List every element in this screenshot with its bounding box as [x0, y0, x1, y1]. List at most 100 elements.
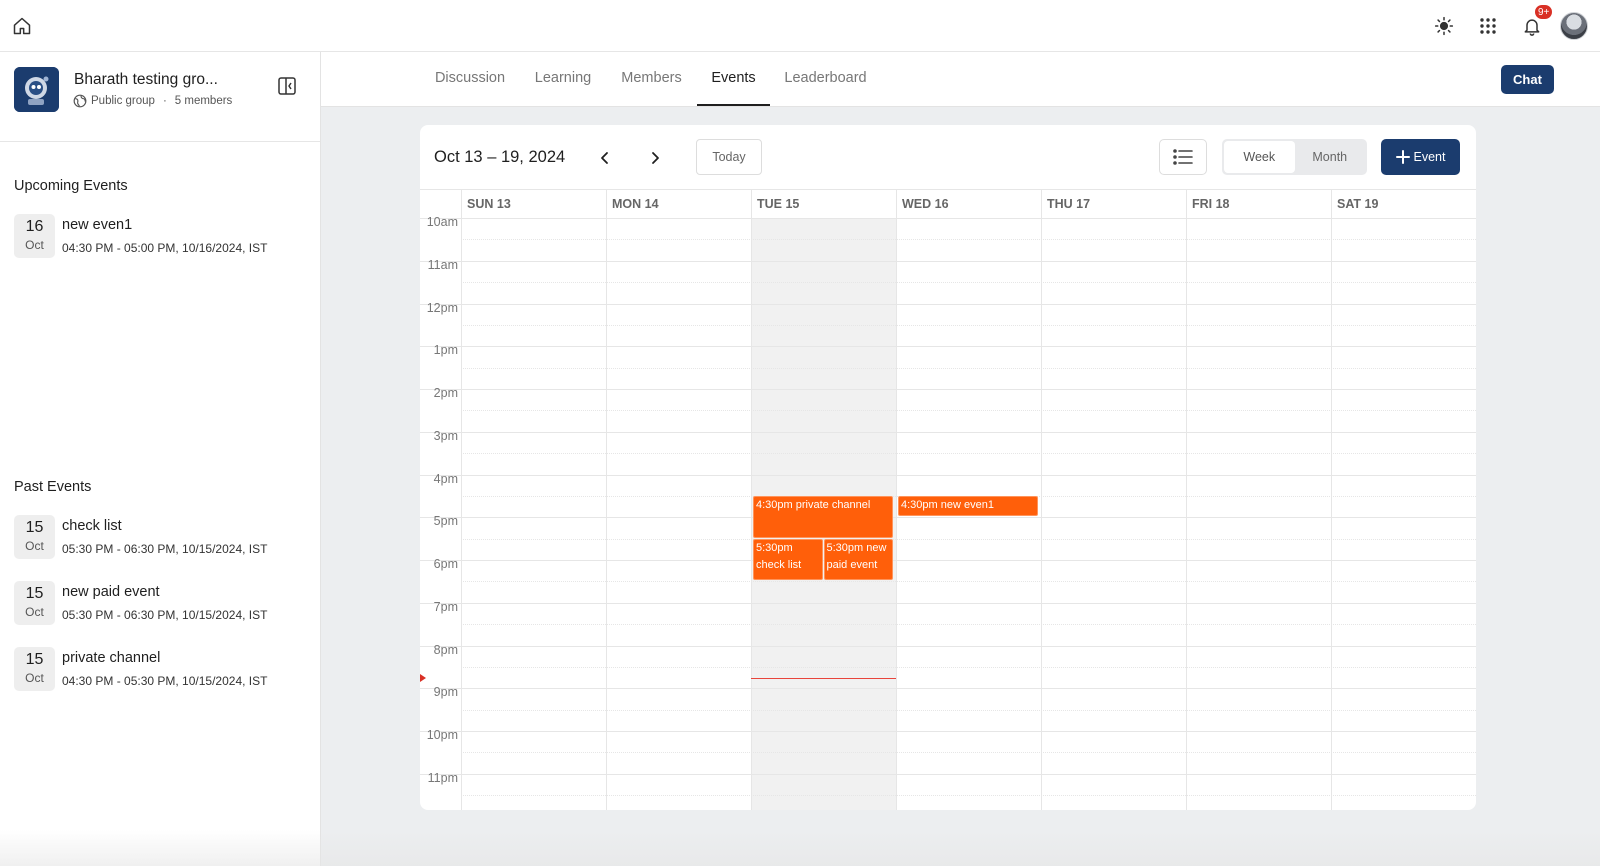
group-header: Bharath testing gro... Public group · 5 … [0, 52, 320, 142]
hour-line [420, 474, 1476, 476]
past-event-item[interactable]: 15 Oct new paid event 05:30 PM - 06:30 P… [14, 581, 314, 625]
tab-events[interactable]: Events [697, 52, 770, 106]
notifications-button[interactable]: 9+ [1510, 4, 1554, 43]
group-member-count[interactable]: 5 members [175, 95, 233, 107]
home-button[interactable] [10, 14, 34, 38]
group-visibility: Public group [91, 95, 155, 107]
day-header: WED 16 [896, 190, 1041, 218]
time-label: 12pm [426, 300, 458, 315]
half-hour-line [461, 666, 1476, 668]
event-date-box: 16 Oct [14, 214, 55, 258]
event-month: Oct [25, 605, 44, 619]
half-hour-line [461, 624, 1476, 626]
time-label: 7pm [433, 599, 458, 614]
event-date-box: 15 Oct [14, 515, 55, 559]
time-label: 10am [426, 215, 458, 229]
time-label: 4pm [433, 471, 458, 486]
hour-line [420, 517, 1476, 519]
user-avatar[interactable] [1560, 12, 1588, 40]
event-day: 15 [25, 519, 44, 536]
event-date-box: 15 Oct [14, 581, 55, 625]
upcoming-events-title: Upcoming Events [14, 178, 128, 194]
tab-learning[interactable]: Learning [534, 52, 592, 106]
time-label: 5pm [433, 514, 458, 529]
chat-button[interactable]: Chat [1501, 65, 1554, 94]
apps-button[interactable] [1466, 9, 1510, 43]
day-header: SUN 13 [461, 190, 606, 218]
calendar-range-title: Oct 13 – 19, 2024 [434, 148, 566, 166]
event-time: 04:30 PM - 05:30 PM, 10/15/2024, IST [62, 674, 268, 688]
time-label: 11pm [427, 770, 458, 785]
theme-toggle-button[interactable] [1422, 9, 1466, 43]
chevron-right-icon [652, 152, 659, 164]
time-label: 1pm [433, 343, 458, 358]
globe-icon [73, 94, 87, 108]
top-right-actions: 9+ [1422, 4, 1588, 43]
half-hour-line [461, 239, 1476, 241]
time-label: 9pm [433, 685, 458, 700]
event-title: new paid event [62, 584, 160, 600]
tab-leaderboard[interactable]: Leaderboard [784, 52, 867, 106]
plus-icon [1395, 150, 1410, 164]
event-date-box: 15 Oct [14, 647, 55, 691]
main-content: Discussion Learning Members Events Leade… [321, 52, 1600, 866]
half-hour-line [461, 367, 1476, 369]
event-month: Oct [25, 238, 44, 252]
event-time: 05:30 PM - 06:30 PM, 10/15/2024, IST [62, 608, 268, 622]
tab-discussion[interactable]: Discussion [434, 52, 506, 106]
event-day: 15 [25, 651, 44, 668]
calendar-card: Oct 13 – 19, 2024 Today Week Month Event… [420, 125, 1476, 810]
collapse-sidebar-button[interactable] [277, 76, 297, 96]
day-header: THU 17 [1041, 190, 1186, 218]
event-month: Oct [25, 539, 44, 553]
header-divider [420, 218, 1476, 219]
upcoming-event-item[interactable]: 16 Oct new even1 04:30 PM - 05:00 PM, 10… [14, 214, 314, 258]
event-day: 15 [25, 585, 44, 602]
calendar-event[interactable]: 4:30pm private channel [753, 495, 893, 538]
time-label: 10pm [426, 728, 458, 742]
event-time: 04:30 PM - 05:00 PM, 10/16/2024, IST [62, 241, 268, 255]
week-grid: SUN 13 MON 14 TUE 15 WED 16 THU 17 FRI 18 SAT … [420, 189, 1476, 810]
time-label: 3pm [433, 428, 458, 443]
chevron-left-icon [601, 152, 608, 164]
day-header: MON 14 [606, 190, 751, 218]
current-time-line [751, 677, 896, 679]
event-title: new even1 [62, 217, 133, 233]
add-event-button[interactable]: Event [1381, 139, 1460, 175]
hour-line [420, 389, 1476, 390]
past-event-item[interactable]: 15 Oct private channel 04:30 PM - 05:30 … [14, 647, 314, 691]
half-hour-line [461, 410, 1476, 412]
hour-line [420, 645, 1476, 647]
event-title: private channel [62, 650, 161, 666]
hour-line [420, 260, 1476, 262]
half-hour-line [461, 453, 1476, 455]
group-name[interactable]: Bharath testing gro... [74, 71, 218, 89]
list-view-button[interactable] [1159, 139, 1207, 175]
calendar-event[interactable]: 5:30pm new paid event [823, 538, 893, 581]
event-title: check list [62, 518, 122, 534]
half-hour-line [461, 581, 1476, 583]
day-header: FRI 18 [1186, 190, 1331, 218]
month-view-button[interactable]: Month [1295, 141, 1366, 173]
week-view-button[interactable]: Week [1224, 141, 1295, 173]
calendar-event[interactable]: 5:30pm check list [753, 538, 823, 581]
past-event-item[interactable]: 15 Oct check list 05:30 PM - 06:30 PM, 1… [14, 515, 314, 559]
next-week-button[interactable] [642, 145, 668, 171]
list-icon [1173, 149, 1193, 165]
calendar-event[interactable]: 4:30pm new even1 [898, 495, 1038, 517]
event-month: Oct [25, 671, 44, 685]
hour-line [420, 303, 1476, 305]
hour-line [420, 773, 1476, 775]
notification-badge: 9+ [1534, 4, 1554, 20]
apps-grid-icon [1480, 18, 1496, 34]
hour-line [420, 731, 1476, 732]
half-hour-line [461, 795, 1476, 797]
day-header: SAT 19 [1331, 190, 1476, 218]
tab-members[interactable]: Members [620, 52, 683, 106]
current-time-arrow-icon [420, 673, 426, 682]
today-button[interactable]: Today [696, 139, 762, 175]
sun-icon [1434, 16, 1454, 36]
group-avatar [14, 67, 59, 112]
meta-separator: · [162, 95, 167, 107]
previous-week-button[interactable] [592, 145, 618, 171]
